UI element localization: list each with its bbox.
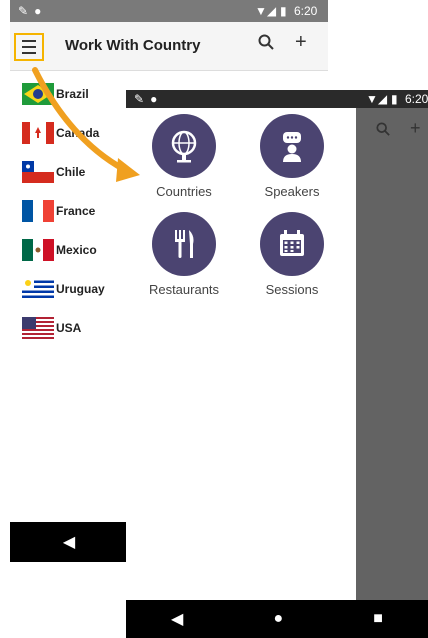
add-icon[interactable]: + [295,31,307,54]
app-title: Work With Country [65,37,201,54]
list-item[interactable]: Canada [10,113,130,152]
status-time: 6:20 [294,4,318,18]
mexico-flag-icon [22,238,54,261]
wifi-signal-icon: ▼◢ [366,92,388,106]
recents-icon[interactable]: ■ [373,610,383,628]
globe-icon [152,114,216,178]
chile-flag-icon [22,160,54,183]
fork-knife-icon [152,212,216,276]
pencil-icon: ✎ [134,92,145,106]
add-icon[interactable]: + [410,118,421,139]
scrim-overlay[interactable]: + [356,108,428,600]
hamburger-icon [22,40,36,54]
usa-flag-icon [22,316,54,339]
country-name: Uruguay [56,281,105,296]
canada-flag-icon [22,121,54,144]
country-name: Canada [56,125,100,140]
app-bar: Work With Country + [10,22,328,71]
list-item[interactable]: Chile [10,152,130,191]
status-time: 6:20 [405,92,428,106]
calendar-icon [260,212,324,276]
country-name: Brazil [56,86,89,101]
menu-item-label: Speakers [264,184,320,199]
navigation-bar: ◀ ● ■ [126,600,428,638]
home-icon[interactable]: ● [273,610,283,628]
status-bar: ✎ ● ▼◢ ▮ 6:20 [10,0,328,22]
country-name: France [56,203,96,218]
menu-item-label: Countries [156,184,212,199]
navigation-drawer: Countries Speakers Restaurants Sessions [126,108,356,600]
menu-item-label: Restaurants [148,282,220,297]
right-phone-screen: ✎ ● ▼◢ ▮ 6:20 + Countries Speakers Resta… [126,90,428,638]
brazil-flag-icon [22,82,54,105]
menu-item-sessions[interactable]: Sessions [242,212,342,297]
list-item[interactable]: Mexico [10,230,130,269]
speaker-icon [260,114,324,178]
search-icon[interactable] [376,122,390,141]
menu-item-label: Sessions [265,282,319,297]
status-bar: ✎ ● ▼◢ ▮ 6:20 [126,90,428,108]
battery-icon: ▮ [391,92,398,106]
back-icon[interactable]: ◀ [171,609,183,629]
country-list: Brazil Canada Chile France Mexico Urugua… [10,74,130,347]
country-name: Mexico [56,242,97,257]
pencil-icon: ✎ [18,4,29,18]
country-name: Chile [56,164,86,179]
circle-icon: ● [150,92,158,106]
back-icon[interactable]: ◀ [63,532,75,552]
hamburger-menu-button[interactable] [14,33,44,61]
navigation-bar: ◀ [10,522,128,562]
uruguay-flag-icon [22,277,54,300]
wifi-signal-icon: ▼◢ [255,4,277,18]
menu-item-countries[interactable]: Countries [134,114,234,199]
list-item[interactable]: France [10,191,130,230]
list-item[interactable]: USA [10,308,130,347]
list-item[interactable]: Uruguay [10,269,130,308]
france-flag-icon [22,199,54,222]
country-name: USA [56,320,82,335]
menu-item-restaurants[interactable]: Restaurants [134,212,234,297]
list-item[interactable]: Brazil [10,74,130,113]
menu-item-speakers[interactable]: Speakers [242,114,342,199]
search-icon[interactable] [258,34,274,55]
battery-icon: ▮ [280,4,287,18]
circle-icon: ● [34,4,42,18]
